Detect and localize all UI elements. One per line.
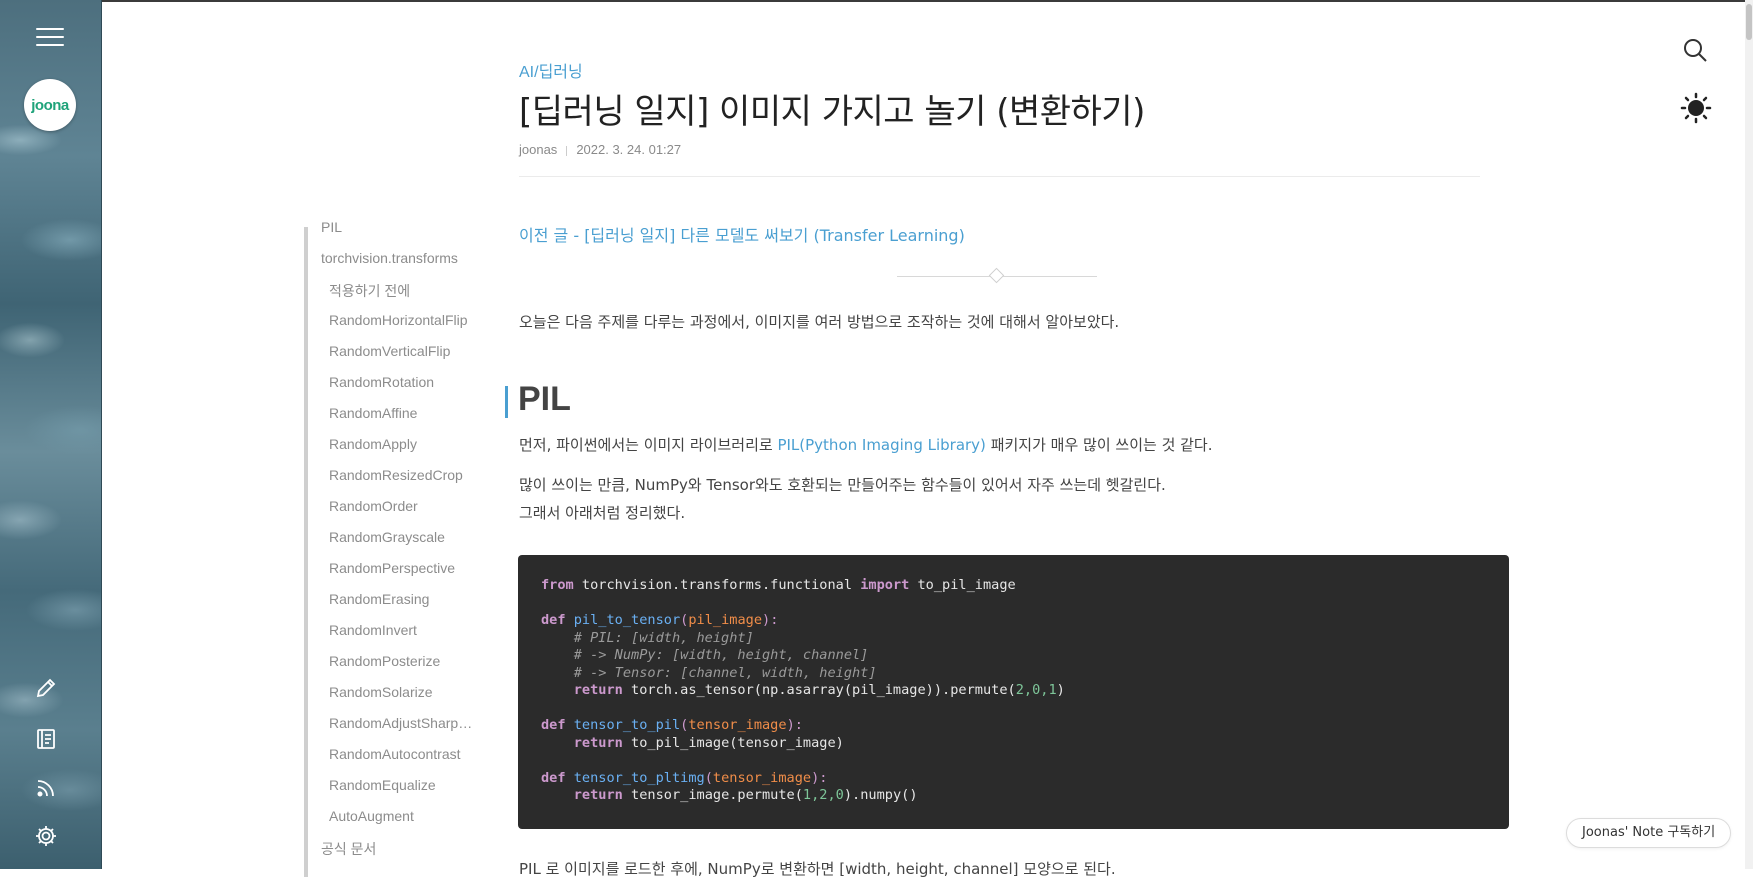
code-block[interactable]: from torchvision.transforms.functional i…	[518, 555, 1509, 829]
post-date: 2022. 3. 24. 01:27	[576, 142, 682, 157]
code-keyword: def	[541, 717, 566, 733]
toc-item[interactable]: RandomAutocontrast	[329, 746, 461, 762]
intro-paragraph: 오늘은 다음 주제를 다루는 과정에서, 이미지를 여러 방법으로 조작하는 것…	[519, 313, 1120, 331]
toc-item[interactable]: RandomAdjustSharpness	[329, 715, 479, 731]
code-keyword: def	[541, 612, 566, 628]
toc-item[interactable]: 공식 문서	[321, 839, 376, 859]
code-text: torch.as_tensor(np.asarray(pil_image)).p…	[622, 682, 1016, 698]
scrollbar-thumb[interactable]	[1746, 4, 1752, 40]
code-keyword: return	[573, 787, 623, 803]
code-param: pil_image	[688, 612, 763, 628]
toc-item[interactable]: RandomEqualize	[329, 777, 436, 793]
paragraph-text: 먼저, 파이썬에서는 이미지 라이브러리로	[519, 436, 778, 454]
code-comment: # -> NumPy: [width, height, channel]	[541, 647, 869, 663]
post-meta: joonas 2022. 3. 24. 01:27	[519, 142, 681, 157]
code-text: )	[1056, 682, 1065, 698]
logo-text: joona	[31, 96, 69, 114]
toc-item[interactable]: RandomApply	[329, 436, 417, 452]
paragraph-compat: 많이 쓰이는 만큼, NumPy와 Tensor와도 호환되는 만들어주는 함수…	[519, 476, 1166, 494]
left-sidebar: joona	[0, 0, 102, 869]
toc-item[interactable]: RandomOrder	[329, 498, 418, 514]
top-border	[0, 0, 1753, 2]
code-number: 1,2,0	[802, 787, 844, 803]
code-text: to_pil_image(tensor_image)	[622, 734, 844, 751]
subscribe-button[interactable]: Joonas' Note 구독하기	[1566, 818, 1732, 848]
pil-link[interactable]: PIL(Python Imaging Library)	[777, 436, 985, 454]
toc-item[interactable]: RandomGrayscale	[329, 529, 445, 545]
gear-icon[interactable]	[33, 823, 59, 849]
toc-item[interactable]: RandomInvert	[329, 622, 417, 638]
toc-item[interactable]: RandomRotation	[329, 374, 434, 390]
blog-logo[interactable]: joona	[24, 79, 76, 131]
code-comment: # PIL: [width, height]	[541, 629, 754, 646]
author-name[interactable]: joonas	[519, 142, 557, 157]
code-function-name: tensor_to_pil	[573, 717, 681, 733]
scrollbar-track[interactable]	[1745, 0, 1753, 869]
paragraph-text: 패키지가 매우 많이 쓰이는 것 같다.	[985, 436, 1213, 454]
toc-item[interactable]: RandomPosterize	[329, 653, 440, 669]
paragraph-summary: 그래서 아래처럼 정리했다.	[519, 504, 686, 522]
code-function-name: tensor_to_pltimg	[573, 769, 705, 786]
table-of-contents: PIL torchvision.transforms 적용하기 전에 RandomHo…	[304, 219, 479, 877]
divider-diamond	[988, 267, 1005, 284]
menu-icon[interactable]	[36, 26, 64, 48]
code-text: to_pil_image	[909, 577, 1016, 593]
code-text: torchvision.transforms.functional	[573, 577, 861, 593]
code-keyword: from	[541, 577, 574, 593]
code-keyword: return	[573, 682, 623, 698]
toc-item[interactable]: RandomHorizontalFlip	[329, 312, 468, 328]
sun-icon[interactable]	[1680, 92, 1712, 124]
code-keyword: def	[541, 769, 566, 786]
code-keyword: return	[573, 734, 623, 751]
code-text: ).numpy()	[843, 787, 918, 803]
toc-item[interactable]: RandomAffine	[329, 405, 417, 421]
code-number: 2,0,1	[1015, 682, 1057, 698]
category-link[interactable]: AI/딥러닝	[519, 58, 583, 82]
toc-item[interactable]: RandomPerspective	[329, 560, 455, 576]
header-divider	[519, 176, 1480, 177]
toc-item[interactable]: RandomSolarize	[329, 684, 433, 700]
heading-accent-bar	[505, 386, 508, 418]
toc-item[interactable]: RandomErasing	[329, 591, 429, 607]
search-icon[interactable]	[1682, 37, 1708, 63]
rss-icon[interactable]	[33, 775, 59, 801]
code-keyword: import	[860, 577, 910, 593]
toc-item[interactable]: PIL	[321, 219, 342, 235]
code-param: tensor_image	[712, 769, 812, 786]
paragraph-pil-intro: 먼저, 파이썬에서는 이미지 라이브러리로 PIL(Python Imaging…	[519, 434, 1213, 455]
code-function-name: pil_to_tensor	[573, 612, 681, 628]
post-title: [딥러닝 일지] 이미지 가지고 놀기 (변환하기)	[519, 92, 1145, 132]
toc-item[interactable]: torchvision.transforms	[321, 250, 458, 266]
toc-item[interactable]: AutoAugment	[329, 808, 414, 824]
guestbook-icon[interactable]	[33, 726, 59, 752]
toc-item[interactable]: RandomVerticalFlip	[329, 343, 450, 359]
section-heading-pil: PIL	[518, 380, 571, 418]
code-comment: # -> Tensor: [channel, width, height]	[541, 664, 877, 681]
pencil-icon[interactable]	[33, 675, 59, 701]
toc-item[interactable]: 적용하기 전에	[329, 281, 410, 301]
previous-post-link[interactable]: 이전 글 - [딥러닝 일지] 다른 모델도 써보기 (Transfer Lea…	[519, 222, 965, 246]
code-text: tensor_image.permute(	[622, 787, 803, 803]
code-param: tensor_image	[688, 717, 787, 733]
toc-item[interactable]: RandomResizedCrop	[329, 467, 463, 483]
